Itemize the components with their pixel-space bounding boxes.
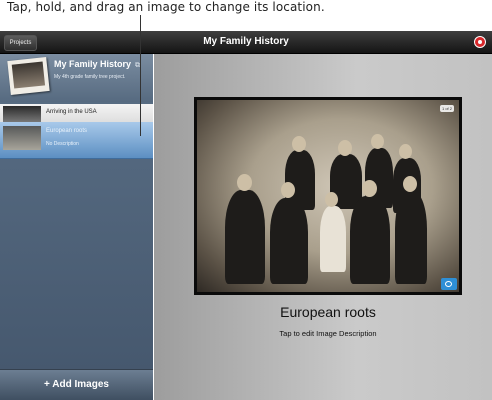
app-title: My Family History: [203, 36, 289, 47]
instruction-text: Tap, hold, and drag an image to change i…: [7, 0, 325, 14]
list-item-thumbnail: [3, 106, 41, 122]
camera-icon[interactable]: [441, 278, 457, 290]
sidebar: My Family History My 4th grade family tr…: [0, 54, 153, 400]
add-images-button[interactable]: + Add Images: [0, 369, 153, 400]
project-header[interactable]: My Family History My 4th grade family tr…: [0, 54, 153, 102]
project-thumbnail: [7, 57, 50, 95]
photo-people: [225, 114, 427, 284]
project-thumbnail-image: [11, 61, 46, 89]
top-toolbar: Projects My Family History: [0, 31, 492, 54]
image-title[interactable]: European roots: [194, 304, 462, 320]
family-photo: 1 of 2: [197, 100, 459, 292]
photo-frame[interactable]: 1 of 2: [194, 97, 462, 295]
record-icon[interactable]: [474, 36, 486, 48]
list-item-title: Arriving in the USA: [46, 109, 97, 115]
image-counter: 1 of 2: [439, 105, 454, 112]
callout-leader-line: [140, 15, 141, 136]
main-panel: 1 of 2 European roots Tap to edit Image …: [154, 54, 492, 400]
project-title: My Family History: [54, 59, 132, 69]
image-description[interactable]: Tap to edit Image Description: [194, 329, 462, 338]
instruction-callout: Tap, hold, and drag an image to change i…: [0, 0, 492, 31]
list-item-thumbnail: [3, 126, 41, 150]
list-item-european-roots[interactable]: European roots No Description: [0, 122, 153, 159]
list-item-description: No Description: [46, 141, 79, 147]
list-item-title: European roots: [46, 128, 88, 134]
project-subtitle: My 4th grade family tree project.: [54, 74, 126, 80]
